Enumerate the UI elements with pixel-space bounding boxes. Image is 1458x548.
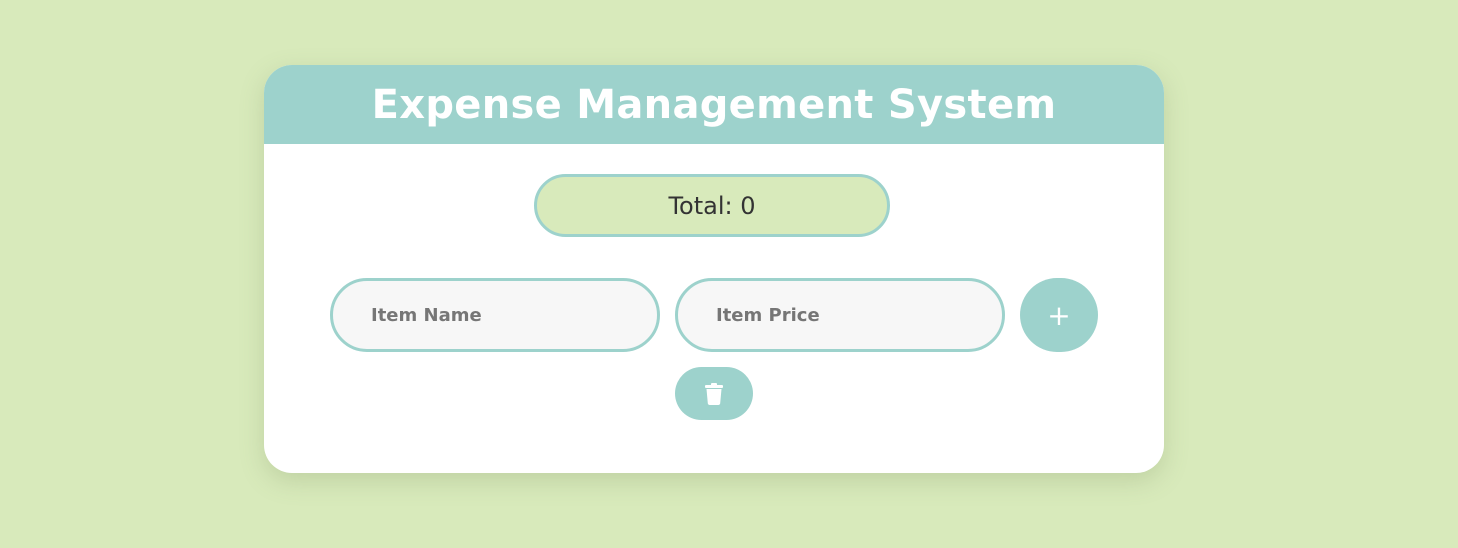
trash-icon: [705, 382, 723, 405]
card-header: Expense Management System: [264, 65, 1164, 144]
expense-card: Expense Management System Total: 0 +: [264, 65, 1164, 473]
add-item-button[interactable]: +: [1020, 278, 1098, 352]
item-price-input[interactable]: [675, 278, 1005, 352]
item-name-input[interactable]: [330, 278, 660, 352]
clear-expenses-button[interactable]: [675, 367, 753, 420]
plus-icon: +: [1047, 298, 1071, 332]
page-title: Expense Management System: [371, 81, 1057, 128]
total-display: Total: 0: [534, 174, 890, 237]
